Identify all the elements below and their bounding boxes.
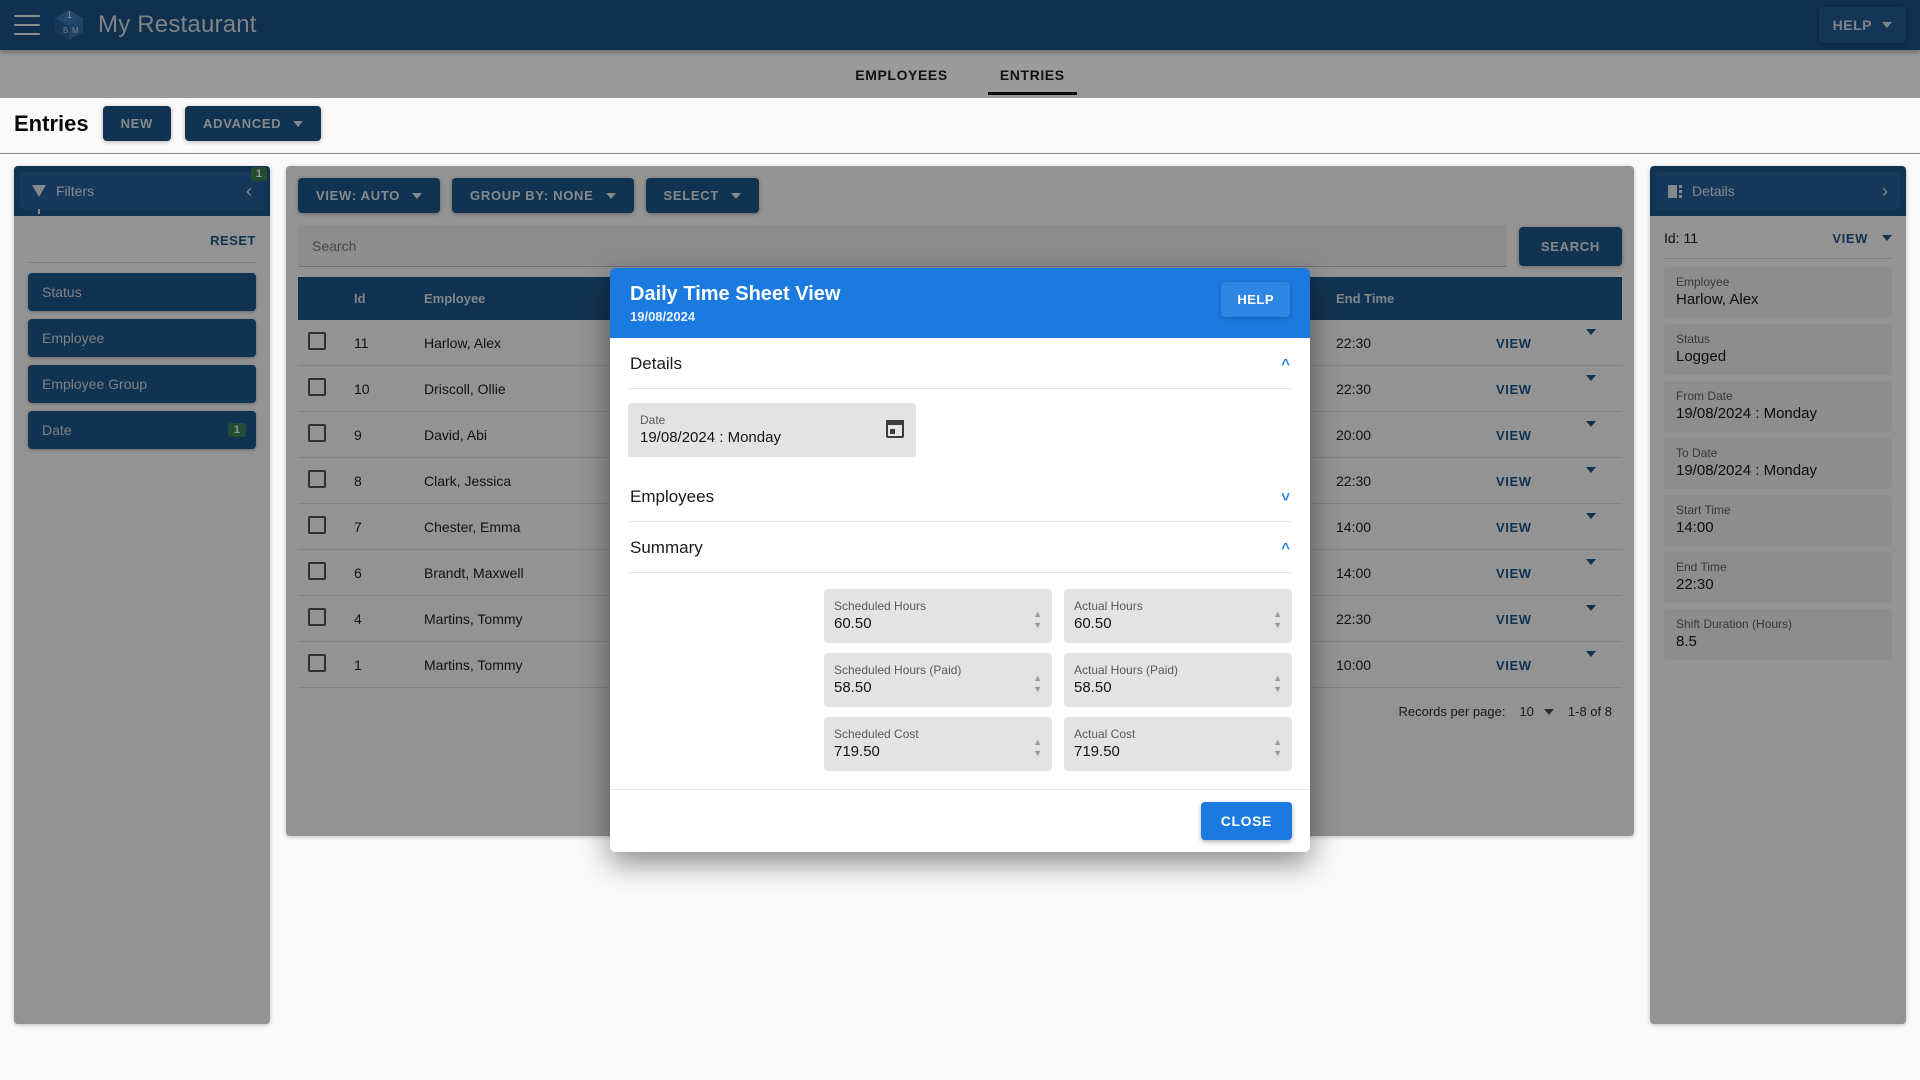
accordion-summary-title: Summary [630, 538, 703, 557]
summary-field-label: Actual Cost [1074, 727, 1136, 741]
summary-field-text: Scheduled Cost 719.50 [834, 725, 1033, 761]
summary-field-value: 719.50 [1074, 743, 1120, 760]
accordion-employees-title: Employees [630, 487, 715, 506]
dialog-title-group: Daily Time Sheet View 19/08/2024 [630, 282, 840, 324]
summary-field-label: Scheduled Cost [834, 727, 919, 741]
summary-field-text: Scheduled Hours (Paid) 58.50 [834, 661, 1033, 697]
chevron-up-icon: ^ [1281, 355, 1290, 373]
summary-field[interactable]: Scheduled Cost 719.50 ▲ ▼ [824, 717, 1052, 771]
summary-field-value: 58.50 [1074, 679, 1112, 696]
dialog-date-field[interactable]: Date 19/08/2024 : Monday [628, 403, 916, 457]
dialog-footer: CLOSE [610, 789, 1310, 852]
stepper-icon[interactable]: ▲ ▼ [1273, 610, 1282, 633]
chevron-up-icon: ^ [1281, 539, 1290, 557]
dialog-help-button[interactable]: HELP [1221, 282, 1290, 317]
summary-field-text: Actual Cost 719.50 [1074, 725, 1273, 761]
stepper-icon[interactable]: ▲ ▼ [1033, 674, 1042, 697]
stepper-icon[interactable]: ▲ ▼ [1273, 674, 1282, 697]
date-field-label: Date [640, 413, 666, 427]
summary-field-label: Scheduled Hours (Paid) [834, 663, 962, 677]
stepper-icon[interactable]: ▲ ▼ [1273, 738, 1282, 761]
summary-field[interactable]: Actual Cost 719.50 ▲ ▼ [1064, 717, 1292, 771]
stepper-icon[interactable]: ▲ ▼ [1033, 738, 1042, 761]
summary-field-grid: Scheduled Hours 60.50 ▲ ▼ Actual Hours 60.50 ▲… [824, 573, 1292, 789]
dialog-body: Details ^ Date 19/08/2024 : Monday Emplo… [610, 338, 1310, 789]
chevron-down-icon: ˅ [1281, 488, 1290, 506]
summary-field-label: Actual Hours (Paid) [1074, 663, 1179, 677]
accordion-details-title: Details [630, 354, 682, 373]
summary-field[interactable]: Actual Hours (Paid) 58.50 ▲ ▼ [1064, 653, 1292, 707]
summary-field[interactable]: Actual Hours 60.50 ▲ ▼ [1064, 589, 1292, 643]
summary-field-value: 58.50 [834, 679, 872, 696]
calendar-icon[interactable] [886, 420, 904, 438]
summary-field-text: Scheduled Hours 60.50 [834, 597, 1033, 633]
summary-field-text: Actual Hours 60.50 [1074, 597, 1273, 633]
summary-field-label: Scheduled Hours [834, 599, 927, 613]
summary-field-value: 719.50 [834, 743, 880, 760]
date-field-value: 19/08/2024 : Monday [640, 429, 781, 446]
app-root: B M 1 My Restaurant HELP EMPLOYEES ENTRI… [0, 0, 1920, 1080]
dialog-subtitle: 19/08/2024 [630, 309, 696, 324]
summary-field-text: Actual Hours (Paid) 58.50 [1074, 661, 1273, 697]
summary-field-label: Actual Hours [1074, 599, 1143, 613]
summary-field-value: 60.50 [1074, 615, 1112, 632]
accordion-summary-header[interactable]: Summary ^ [628, 522, 1292, 573]
close-button[interactable]: CLOSE [1200, 802, 1292, 840]
dialog-header: Daily Time Sheet View 19/08/2024 HELP [610, 268, 1310, 338]
date-field-text: Date 19/08/2024 : Monday [640, 411, 886, 447]
daily-time-sheet-dialog: Daily Time Sheet View 19/08/2024 HELP De… [610, 268, 1310, 852]
dialog-title: Daily Time Sheet View [630, 283, 841, 305]
accordion-employees-header[interactable]: Employees ˅ [628, 471, 1292, 522]
stepper-icon[interactable]: ▲ ▼ [1033, 610, 1042, 633]
summary-field[interactable]: Scheduled Hours (Paid) 58.50 ▲ ▼ [824, 653, 1052, 707]
summary-field[interactable]: Scheduled Hours 60.50 ▲ ▼ [824, 589, 1052, 643]
summary-field-value: 60.50 [834, 615, 872, 632]
accordion-details-header[interactable]: Details ^ [628, 338, 1292, 389]
